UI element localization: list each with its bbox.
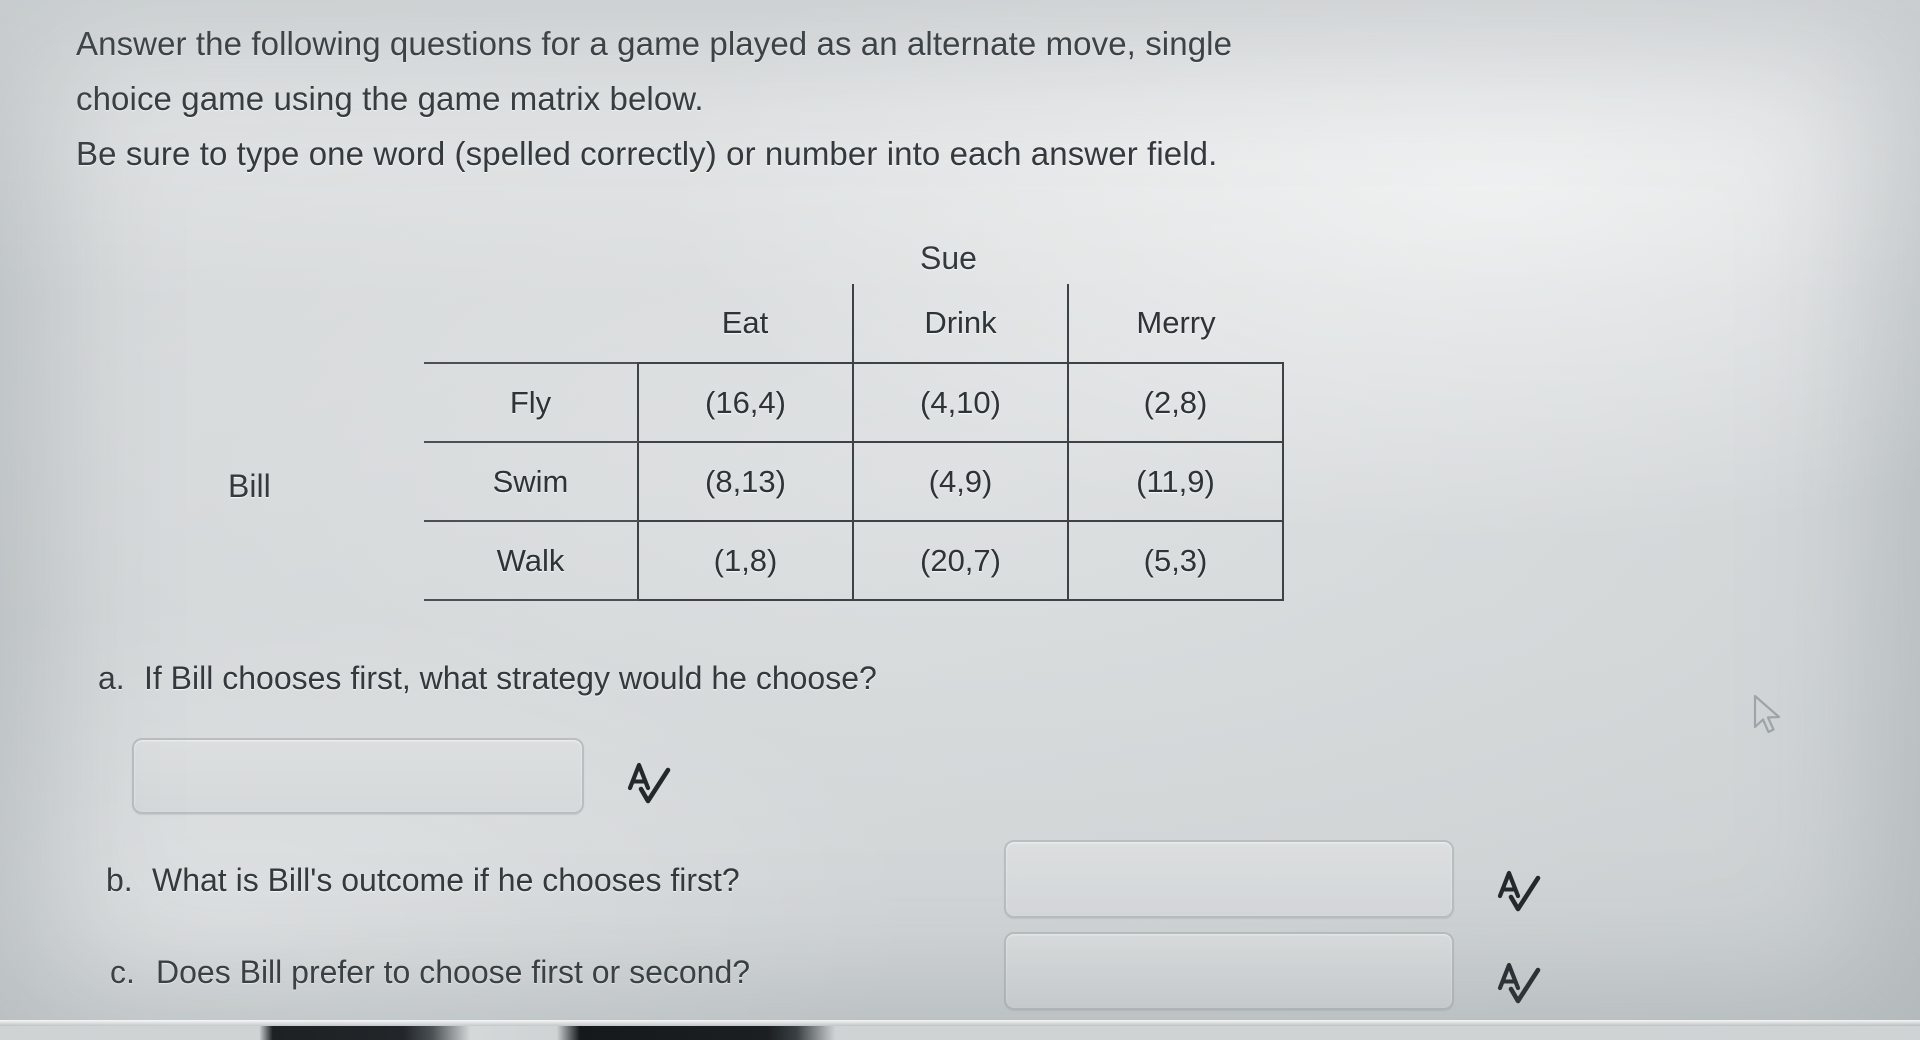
payoff-swim-drink: (4,9) bbox=[852, 441, 1069, 522]
question-a-text: a. If Bill chooses first, what strategy w… bbox=[98, 660, 877, 697]
column-player-label: Sue bbox=[920, 240, 977, 276]
row-header-fly: Fly bbox=[424, 362, 639, 443]
payoff-fly-eat: (16,4) bbox=[637, 362, 854, 443]
payoff-fly-merry: (2,8) bbox=[1067, 362, 1284, 443]
question-b-text: b. What is Bill's outcome if he chooses f… bbox=[106, 862, 740, 899]
answer-input-b[interactable] bbox=[1004, 840, 1454, 918]
payoff-walk-merry: (5,3) bbox=[1067, 520, 1284, 601]
instructions-line-1: Answer the following questions for a gam… bbox=[76, 16, 1716, 71]
instructions-paragraph: Answer the following questions for a gam… bbox=[76, 16, 1716, 181]
spellcheck-icon[interactable] bbox=[1492, 864, 1546, 920]
instructions-line-3: Be sure to type one word (spelled correc… bbox=[76, 126, 1716, 181]
question-b-marker: b. bbox=[106, 862, 133, 898]
answer-input-a[interactable] bbox=[132, 738, 584, 814]
game-matrix-table: Eat Drink Merry Fly (16,4) (4,10) (2,8) … bbox=[424, 284, 1284, 601]
spellcheck-icon[interactable] bbox=[622, 756, 676, 812]
mouse-pointer-icon bbox=[1752, 694, 1786, 740]
payoff-swim-merry: (11,9) bbox=[1067, 441, 1284, 522]
row-header-walk: Walk bbox=[424, 520, 639, 601]
payoff-fly-drink: (4,10) bbox=[852, 362, 1069, 443]
table-row: Walk (1,8) (20,7) (5,3) bbox=[424, 520, 1284, 601]
answer-input-c[interactable] bbox=[1004, 932, 1454, 1010]
question-a-body: If Bill chooses first, what strategy wou… bbox=[144, 660, 877, 696]
instructions-line-2-text: choice game using the game matrix below. bbox=[76, 80, 704, 117]
payoff-walk-eat: (1,8) bbox=[637, 520, 854, 601]
payoff-walk-drink: (20,7) bbox=[852, 520, 1069, 601]
instructions-line-1-text: Answer the following questions for a gam… bbox=[76, 25, 1233, 62]
column-header-merry: Merry bbox=[1067, 284, 1283, 363]
question-c-marker: c. bbox=[110, 954, 135, 990]
question-c-text: c. Does Bill prefer to choose first or se… bbox=[110, 954, 750, 991]
table-row: Fly (16,4) (4,10) (2,8) bbox=[424, 362, 1284, 443]
row-player-label: Bill bbox=[228, 468, 271, 504]
payoff-swim-eat: (8,13) bbox=[637, 441, 854, 522]
spellcheck-icon[interactable] bbox=[1492, 956, 1546, 1012]
table-row: Swim (8,13) (4,9) (11,9) bbox=[424, 441, 1284, 522]
question-b-body: What is Bill's outcome if he chooses fir… bbox=[152, 862, 740, 898]
instructions-line-2: choice game using the game matrix below. bbox=[76, 71, 1716, 126]
instructions-line-3-text: Be sure to type one word (spelled correc… bbox=[76, 135, 1218, 172]
question-page: Answer the following questions for a gam… bbox=[0, 0, 1920, 1040]
screen-bottom-edge bbox=[0, 1026, 1920, 1040]
matrix-header-row: Eat Drink Merry bbox=[424, 284, 1283, 363]
column-header-eat: Eat bbox=[721, 305, 769, 340]
matrix-corner-cell bbox=[424, 284, 638, 363]
row-header-swim: Swim bbox=[424, 441, 639, 522]
column-header-drink: Drink bbox=[852, 284, 1068, 363]
question-a-marker: a. bbox=[98, 660, 125, 696]
question-c-body: Does Bill prefer to choose first or seco… bbox=[156, 954, 751, 990]
